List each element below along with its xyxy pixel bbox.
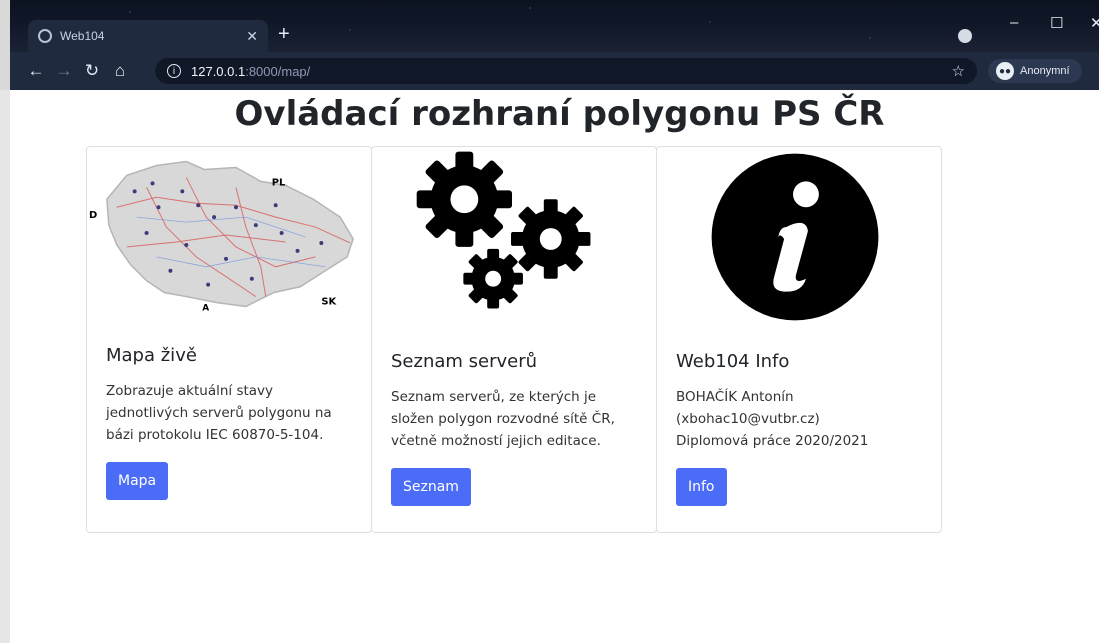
card-info-title: Web104 Info: [676, 351, 790, 372]
browser-tab-strip: Web104 ✕ + – ☐ ✕: [0, 0, 1099, 52]
close-tab-icon[interactable]: ✕: [246, 28, 258, 45]
window-edge: [0, 90, 10, 643]
url-path: :8000/map/: [245, 63, 311, 79]
browser-tab[interactable]: Web104 ✕: [28, 20, 268, 52]
site-info-icon[interactable]: i: [167, 64, 181, 78]
forward-icon[interactable]: →: [50, 61, 78, 81]
incognito-icon: ●●: [996, 62, 1014, 80]
page-title: Ovládací rozhraní polygonu PS ČR: [234, 94, 885, 134]
card-map-body: Mapa živě Zobrazuje aktuální stavy jedno…: [106, 345, 352, 500]
info-icon: [711, 153, 879, 321]
minimize-icon[interactable]: –: [1010, 14, 1018, 31]
card-info-body: Web104 Info BOHAČÍK Antonín (xbohac10@vu…: [676, 351, 922, 506]
card-info-author: BOHAČÍK Antonín: [676, 389, 794, 405]
profile-icon[interactable]: [958, 29, 972, 43]
incognito-badge[interactable]: ●● Anonymní: [988, 59, 1082, 83]
new-tab-icon[interactable]: +: [278, 24, 290, 44]
card-info-thesis: Diplomová práce 2020/2021: [676, 433, 869, 449]
map-label-pl: PL: [272, 177, 286, 188]
info-button[interactable]: Info: [676, 468, 727, 506]
home-icon[interactable]: ⌂: [106, 61, 134, 81]
card-servers-title: Seznam serverů: [391, 351, 538, 372]
seznam-button[interactable]: Seznam: [391, 468, 471, 506]
bookmark-star-icon[interactable]: ☆: [952, 62, 965, 80]
map-label-d: D: [89, 210, 97, 221]
card-servers-body: Seznam serverů Seznam serverů, ze kterýc…: [391, 351, 637, 506]
card-servers-text: Seznam serverů, ze kterých je složen pol…: [391, 389, 615, 449]
map-label-a: A: [202, 303, 209, 313]
card-info: Web104 Info BOHAČÍK Antonín (xbohac10@vu…: [656, 146, 942, 533]
url-host: 127.0.0.1: [191, 63, 246, 79]
card-map-title: Mapa živě: [106, 345, 197, 366]
close-window-icon[interactable]: ✕: [1090, 14, 1099, 32]
address-bar[interactable]: i 127.0.0.1:8000/map/ ☆: [155, 58, 977, 84]
back-icon[interactable]: ←: [22, 61, 50, 81]
tab-title: Web104: [60, 29, 105, 43]
map-label-sk: SK: [321, 297, 336, 308]
reload-icon[interactable]: ↻: [78, 61, 106, 81]
czech-map-image: PL D A SK: [89, 160, 354, 313]
maximize-icon[interactable]: ☐: [1050, 14, 1063, 32]
card-map-text: Zobrazuje aktuální stavy jednotlivých se…: [106, 383, 332, 443]
browser-toolbar: ← → ↻ ⌂ i 127.0.0.1:8000/map/ ☆ ●● Anony…: [0, 52, 1099, 90]
card-servers: Seznam serverů Seznam serverů, ze kterýc…: [371, 146, 657, 533]
mapa-button[interactable]: Mapa: [106, 462, 169, 500]
card-map: PL D A SK Mapa živě Zobrazuje aktuální s…: [86, 146, 372, 533]
globe-icon: [38, 29, 52, 43]
card-info-email: (xbohac10@vutbr.cz): [676, 411, 820, 427]
gears-icon: [416, 151, 591, 309]
browser-menu-icon[interactable]: ⋮: [1094, 60, 1099, 80]
incognito-label: Anonymní: [1020, 65, 1070, 77]
